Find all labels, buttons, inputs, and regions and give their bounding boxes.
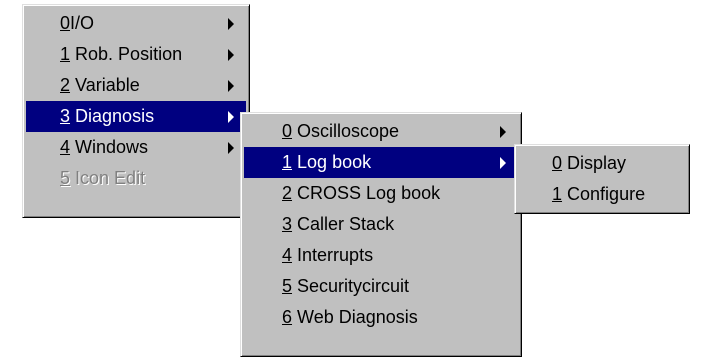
menu-item-windows[interactable]: 4 Windows	[26, 132, 246, 163]
main-menu: 0I/O 1 Rob. Position 2 Variable 3 Diagno…	[22, 4, 250, 218]
mnemonic-oscilloscope: 0	[282, 121, 293, 141]
menu-item-variable-label: Variable	[75, 75, 140, 95]
menu-item-web-diagnosis[interactable]: 6 Web Diagnosis	[244, 302, 518, 333]
mnemonic-interrupts: 4	[282, 245, 293, 265]
menu-item-interrupts[interactable]: 4 Interrupts	[244, 240, 518, 271]
menu-item-interrupts-label: Interrupts	[297, 245, 374, 265]
submenu-arrow-icon	[500, 125, 506, 138]
menu-item-icon-edit: 5 Icon Edit	[26, 163, 246, 194]
submenu-arrow-icon	[228, 79, 234, 92]
mnemonic-variable: 2	[60, 75, 71, 95]
menu-item-variable[interactable]: 2 Variable	[26, 70, 246, 101]
mnemonic-configure: 1	[552, 184, 563, 204]
menu-item-cross-log-book[interactable]: 2 CROSS Log book	[244, 178, 518, 209]
menu-item-caller-stack-label: Caller Stack	[297, 214, 395, 234]
mnemonic-cross-log-book: 2	[282, 183, 293, 203]
menu-item-log-book-label: Log book	[297, 152, 372, 172]
menu-item-windows-label: Windows	[75, 137, 149, 157]
submenu-arrow-icon	[228, 17, 234, 30]
mnemonic-web-diagnosis: 6	[282, 307, 293, 327]
diagnosis-submenu: 0 Oscilloscope 1 Log book 2 CROSS Log bo…	[240, 112, 522, 357]
menu-item-securitycircuit[interactable]: 5 Securitycircuit	[244, 271, 518, 302]
menu-item-configure-label: Configure	[567, 184, 646, 204]
mnemonic-icon-edit: 5	[60, 168, 71, 188]
mnemonic-rob-position: 1	[60, 44, 71, 64]
menu-item-securitycircuit-label: Securitycircuit	[297, 276, 410, 296]
menu-item-configure[interactable]: 1 Configure	[518, 179, 686, 210]
menu-item-cross-log-book-label: CROSS Log book	[297, 183, 441, 203]
mnemonic-windows: 4	[60, 137, 71, 157]
mnemonic-diagnosis: 3	[60, 106, 71, 126]
menu-item-caller-stack[interactable]: 3 Caller Stack	[244, 209, 518, 240]
menu-item-diagnosis[interactable]: 3 Diagnosis	[26, 101, 246, 132]
menu-item-diagnosis-label: Diagnosis	[75, 106, 155, 126]
submenu-arrow-icon	[228, 141, 234, 154]
menu-item-io-label: I/O	[70, 13, 95, 33]
submenu-arrow-icon	[500, 156, 506, 169]
logbook-submenu: 0 Display 1 Configure	[514, 144, 690, 214]
menu-item-icon-edit-label: Icon Edit	[75, 168, 146, 188]
menu-item-io[interactable]: 0I/O	[26, 8, 246, 39]
menu-item-log-book[interactable]: 1 Log book	[244, 147, 518, 178]
mnemonic-log-book: 1	[282, 152, 293, 172]
submenu-arrow-icon	[228, 110, 234, 123]
menu-item-display-label: Display	[567, 153, 627, 173]
menu-item-web-diagnosis-label: Web Diagnosis	[297, 307, 418, 327]
mnemonic-io: 0	[60, 13, 71, 33]
mnemonic-display: 0	[552, 153, 563, 173]
mnemonic-caller-stack: 3	[282, 214, 293, 234]
menu-item-display[interactable]: 0 Display	[518, 148, 686, 179]
menu-item-oscilloscope-label: Oscilloscope	[297, 121, 400, 141]
submenu-arrow-icon	[228, 48, 234, 61]
menu-item-rob-position-label: Rob. Position	[75, 44, 183, 64]
menu-item-rob-position[interactable]: 1 Rob. Position	[26, 39, 246, 70]
mnemonic-securitycircuit: 5	[282, 276, 293, 296]
menu-item-oscilloscope[interactable]: 0 Oscilloscope	[244, 116, 518, 147]
